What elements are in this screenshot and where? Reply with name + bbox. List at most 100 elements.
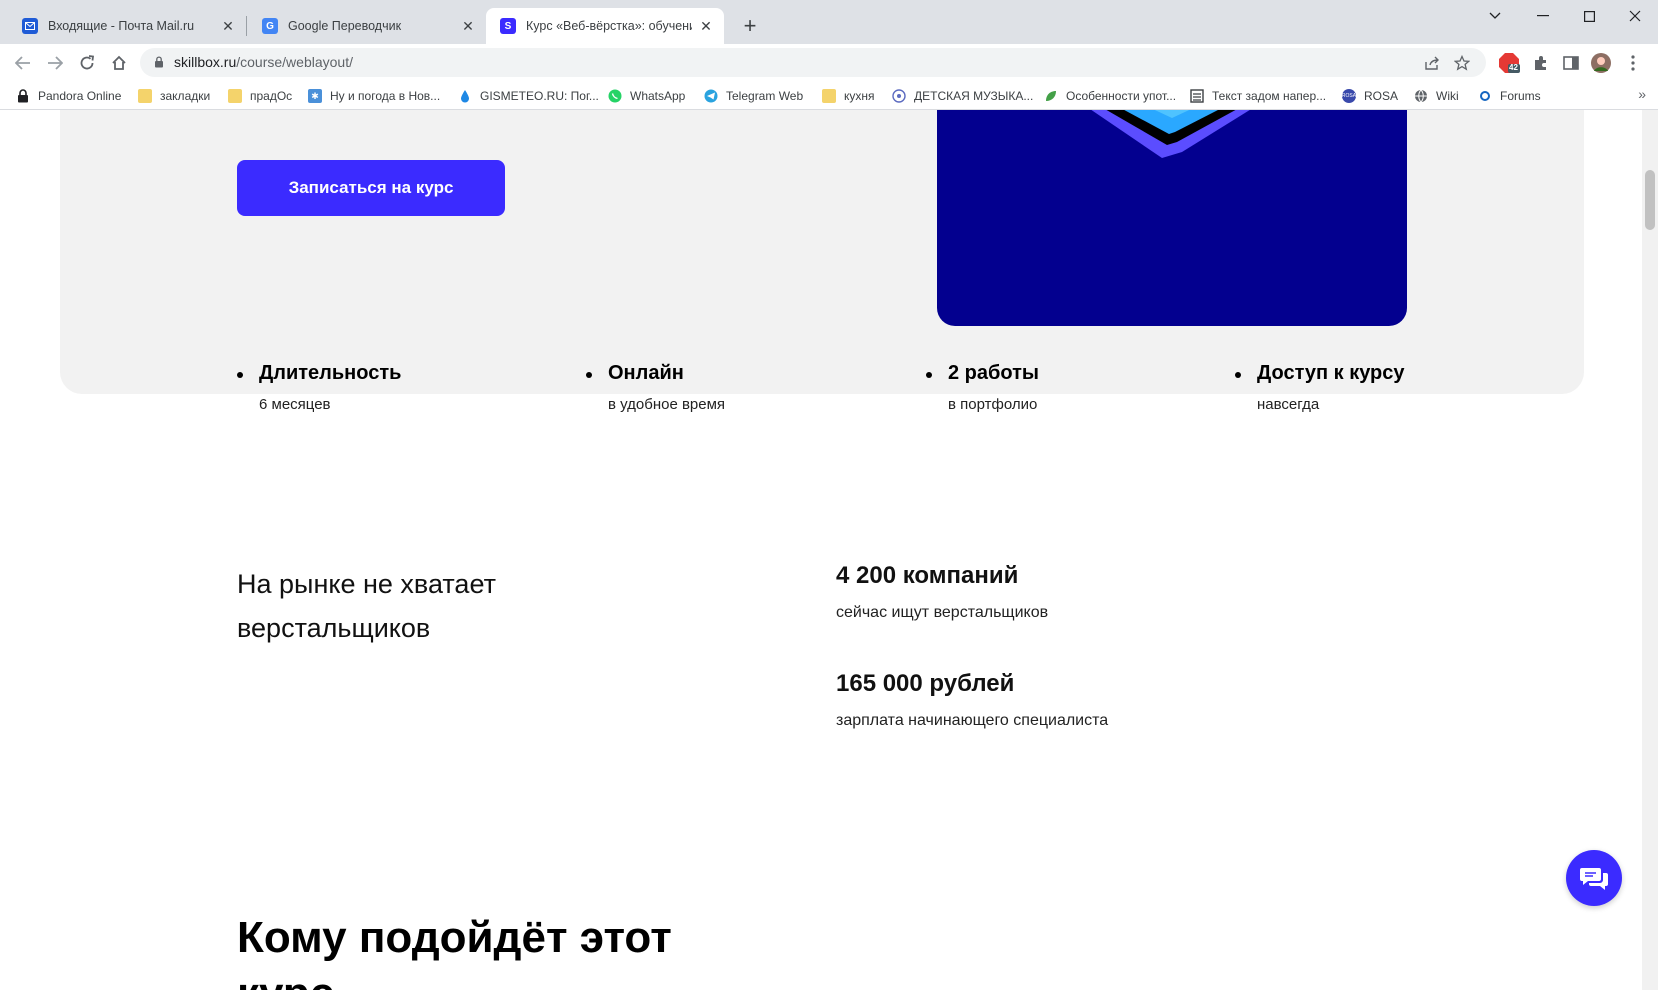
extensions-puzzle-icon[interactable] [1530, 52, 1552, 74]
bookmark-gismeteo[interactable]: GISMETEO.RU: Пог... [458, 86, 599, 106]
translate-icon: G [262, 18, 278, 34]
bookmark-label: Особенности упот... [1066, 89, 1177, 103]
bookmarks-overflow-icon[interactable]: » [1638, 86, 1646, 102]
close-icon[interactable]: ✕ [220, 18, 236, 34]
fact-subtitle: в портфолио [948, 396, 1038, 413]
browser-toolbar: skillbox.ru/course/weblayout/ 42 [0, 44, 1658, 81]
fact-title: Доступ к курсу [1257, 362, 1405, 384]
bookmark-telegram[interactable]: Telegram Web [704, 86, 803, 106]
bookmark-label: Forums [1500, 89, 1541, 103]
who-heading: Кому подойдёт этот курс [237, 913, 672, 990]
telegram-icon [704, 89, 718, 103]
url-path: /course/weblayout/ [236, 54, 353, 70]
chat-button[interactable] [1566, 850, 1622, 906]
bookmark-weather[interactable]: ✱ Ну и погода в Нов... [308, 86, 440, 106]
tab-divider [246, 16, 247, 36]
chat-icon [1580, 868, 1608, 890]
minimize-icon[interactable] [1520, 2, 1566, 30]
stat-companies: 4 200 компаний [836, 562, 1019, 589]
bullet-icon [1235, 372, 1241, 378]
bookmark-whatsapp[interactable]: WhatsApp [608, 86, 685, 106]
bookmark-forums[interactable]: Forums [1478, 86, 1541, 106]
skillbox-icon: S [500, 18, 516, 34]
forward-icon[interactable] [42, 50, 68, 76]
fact-title: Онлайн [608, 362, 684, 384]
fact-subtitle: в удобное время [608, 396, 726, 413]
url-text[interactable]: skillbox.ru/course/weblayout/ [174, 54, 353, 70]
star-icon[interactable] [1452, 53, 1472, 73]
page-viewport: Записаться на курс Длительность 6 месяце… [0, 110, 1658, 990]
bookmark-label: ROSA [1364, 89, 1399, 103]
bookmark-music[interactable]: ДЕТСКАЯ МУЗЫКА... [892, 86, 1033, 106]
bookmark-pandora[interactable]: Pandora Online [16, 86, 121, 106]
adblock-extension-icon[interactable]: 42 [1498, 52, 1520, 74]
page-scrollbar[interactable] [1642, 110, 1658, 990]
hero-card: Записаться на курс [60, 110, 1584, 394]
bookmark-label: GISMETEO.RU: Пог... [480, 89, 599, 103]
home-icon[interactable] [106, 50, 132, 76]
bookmark-rosa[interactable]: ROSA ROSA [1342, 86, 1398, 106]
music-icon [892, 89, 906, 103]
stat-salary: 165 000 рублей [836, 670, 1015, 697]
bookmark-label: прадОс [250, 89, 293, 103]
bookmark-kukhnya[interactable]: кухня [822, 86, 875, 106]
tab-skillbox[interactable]: S Курс «Веб-вёрстка»: обучение ✕ [486, 8, 724, 44]
reload-icon[interactable] [74, 50, 100, 76]
stat-salary-caption: зарплата начинающего специалиста [836, 712, 1109, 729]
bookmark-pradOs[interactable]: прадОс [228, 86, 292, 106]
bookmark-label: Wiki [1436, 89, 1459, 103]
rosa-icon: ROSA [1342, 89, 1356, 103]
profile-avatar[interactable] [1590, 52, 1612, 74]
tab-title: Google Переводчик [288, 19, 402, 33]
address-bar[interactable]: skillbox.ru/course/weblayout/ [140, 48, 1486, 77]
folder-icon [228, 89, 242, 103]
tab-title: Курс «Веб-вёрстка»: обучение [526, 19, 692, 33]
bookmark-zakladki[interactable]: закладки [138, 86, 210, 106]
folder-icon [138, 89, 152, 103]
menu-kebab-icon[interactable] [1622, 52, 1644, 74]
whatsapp-icon [608, 89, 622, 103]
lock-icon[interactable] [154, 56, 164, 68]
mail-icon [22, 18, 38, 34]
drop-icon [458, 89, 472, 103]
leaf-icon [1044, 89, 1058, 103]
tab-search-icon[interactable] [1472, 2, 1518, 30]
bullet-icon [926, 372, 932, 378]
tab-mail[interactable]: Входящие - Почта Mail.ru ✕ [8, 8, 246, 44]
lock-icon [16, 89, 30, 103]
fact-title: Длительность [259, 362, 402, 384]
fact-title: 2 работы [948, 362, 1039, 384]
close-icon[interactable]: ✕ [698, 18, 714, 34]
bookmark-label: Telegram Web [726, 89, 804, 103]
tab-translate[interactable]: G Google Переводчик ✕ [248, 8, 486, 44]
extension-badge: 42 [1509, 63, 1518, 72]
bullet-icon [586, 372, 592, 378]
cube-illustration [1091, 110, 1250, 158]
bullet-icon [237, 372, 243, 378]
bookmark-text-reverse[interactable]: Текст задом напер... [1190, 86, 1326, 106]
market-heading: На рынке не хватает верстальщиков [237, 562, 496, 650]
close-icon[interactable]: ✕ [460, 18, 476, 34]
close-window-icon[interactable] [1612, 2, 1658, 30]
maximize-icon[interactable] [1566, 2, 1612, 30]
market-heading-line: верстальщиков [237, 613, 431, 643]
fact-subtitle: навсегда [1257, 396, 1320, 413]
enroll-button[interactable]: Записаться на курс [237, 160, 505, 216]
share-icon[interactable] [1422, 53, 1442, 73]
bookmark-label: WhatsApp [630, 89, 686, 103]
bookmark-label: закладки [160, 89, 211, 103]
bookmarks-bar: Pandora Online закладки прадОс ✱ Ну и по… [0, 81, 1658, 110]
market-heading-line: На рынке не хватает [237, 569, 496, 599]
new-tab-button[interactable]: + [738, 13, 762, 38]
back-icon[interactable] [10, 50, 36, 76]
scrollbar-thumb[interactable] [1645, 170, 1655, 230]
bookmark-osobennosti[interactable]: Особенности упот... [1044, 86, 1176, 106]
side-panel-icon[interactable] [1560, 52, 1582, 74]
weather-icon: ✱ [308, 89, 322, 103]
hero-illustration [937, 110, 1407, 326]
url-domain: skillbox.ru [174, 54, 237, 70]
tab-title: Входящие - Почта Mail.ru [48, 19, 195, 33]
forum-icon [1478, 89, 1492, 103]
bookmark-label: кухня [844, 89, 875, 103]
bookmark-wiki[interactable]: Wiki [1414, 86, 1459, 106]
